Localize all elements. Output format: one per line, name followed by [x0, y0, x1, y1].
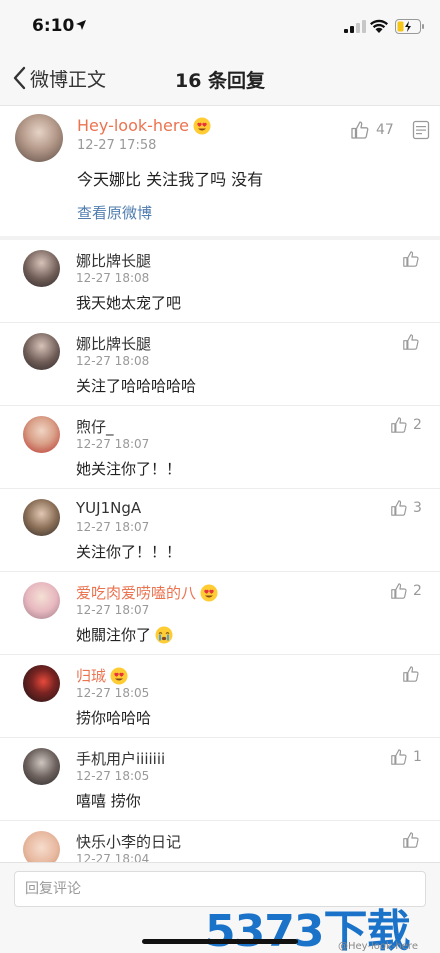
reply-item[interactable]: YUJ1NgA 12-27 18:07 关注你了！！！ 3 [0, 489, 440, 572]
reply-time: 12-27 18:08 [76, 271, 150, 285]
wifi-icon [370, 19, 388, 33]
heart-eyes-emoji-icon [200, 584, 218, 601]
avatar[interactable] [23, 748, 60, 785]
post-author[interactable]: Hey-look-here [77, 116, 211, 135]
reply-item[interactable]: 归珹 12-27 18:05 捞你哈哈哈 [0, 655, 440, 738]
reply-like-button[interactable] [402, 665, 420, 683]
reply-text: 她关注你了！！ [76, 460, 182, 478]
reply-like-button[interactable] [402, 250, 420, 268]
page-title: 16 条回复 [174, 70, 266, 92]
reply-author[interactable]: 娜比牌长腿 [76, 333, 151, 354]
reply-author[interactable]: 归珹 [76, 665, 128, 686]
more-icon[interactable] [412, 120, 430, 140]
reply-time: 12-27 18:05 [76, 686, 150, 700]
reply-item[interactable]: 娜比牌长腿 12-27 18:08 我天她太宠了吧 [0, 240, 440, 323]
avatar[interactable] [23, 665, 60, 702]
avatar[interactable] [23, 250, 60, 287]
thumbs-up-icon [391, 583, 407, 599]
thumbs-up-icon [403, 666, 419, 682]
reply-like-button[interactable]: 1 [390, 748, 422, 766]
view-original-link[interactable]: 查看原微博 [77, 202, 152, 223]
reply-item[interactable]: 煦仔_ 12-27 18:07 她关注你了！！ 2 [0, 406, 440, 489]
reply-text: 嘻嘻 捞你 [76, 792, 141, 810]
thumbs-up-icon [391, 500, 407, 516]
reply-time: 12-27 18:05 [76, 769, 150, 783]
reply-item[interactable]: 手机用户iiiiiii 12-27 18:05 嘻嘻 捞你 1 [0, 738, 440, 821]
reply-text: 她關注你了 [76, 626, 152, 644]
like-count: 47 [376, 122, 394, 138]
battery-icon [395, 19, 424, 34]
signal-icon [344, 20, 366, 33]
reply-like-button[interactable]: 2 [390, 416, 422, 434]
post-text: 今天娜比 关注我了吗 没有 [77, 170, 264, 189]
reply-time: 12-27 18:07 [76, 520, 150, 534]
heart-eyes-emoji-icon [193, 117, 211, 134]
avatar[interactable] [23, 582, 60, 619]
watermark-handle: @Hey-look-here [338, 941, 418, 952]
reply-time: 12-27 18:07 [76, 437, 150, 451]
thumbs-up-icon [391, 417, 407, 433]
thumbs-up-icon [403, 334, 419, 350]
reply-author[interactable]: 手机用户iiiiiii [76, 748, 165, 769]
status-time: 6:10 [32, 16, 75, 36]
location-arrow-icon [76, 20, 86, 30]
reply-text: 关注了哈哈哈哈哈 [76, 377, 197, 395]
thumbs-up-icon [403, 832, 419, 848]
reply-author[interactable]: 爱吃肉爱唠嗑的八 [76, 582, 218, 603]
status-bar: 6:10 [0, 0, 440, 50]
thumbs-up-icon [403, 251, 419, 267]
reply-like-button[interactable] [402, 831, 420, 849]
avatar[interactable] [23, 499, 60, 536]
reply-time: 12-27 18:07 [76, 603, 150, 617]
reply-text-row: 她關注你了 [76, 624, 173, 645]
avatar[interactable] [23, 416, 60, 453]
home-indicator[interactable] [142, 939, 298, 944]
thumbs-up-icon [351, 121, 369, 139]
like-count: 2 [413, 583, 422, 599]
avatar[interactable] [23, 333, 60, 370]
crying-emoji-icon [155, 626, 173, 643]
reply-text: 关注你了！！！ [76, 543, 182, 561]
main-post: Hey-look-here 12-27 17:58 47 今天娜比 关注我了吗 … [0, 106, 440, 236]
post-author-name: Hey-look-here [77, 116, 189, 135]
reply-author-name: 爱吃肉爱唠嗑的八 [76, 584, 197, 602]
reply-author[interactable]: 快乐小李的日记 [76, 831, 181, 852]
reply-author[interactable]: YUJ1NgA [76, 499, 141, 517]
reply-like-button[interactable] [402, 333, 420, 351]
reply-like-button[interactable]: 2 [390, 582, 422, 600]
reply-text: 捞你哈哈哈 [76, 709, 152, 727]
reply-time: 12-27 18:08 [76, 354, 150, 368]
like-button[interactable]: 47 [350, 120, 394, 140]
reply-text: 我天她太宠了吧 [76, 294, 182, 312]
post-time: 12-27 17:58 [77, 138, 157, 153]
reply-like-button[interactable]: 3 [390, 499, 422, 517]
like-count: 2 [413, 417, 422, 433]
reply-author[interactable]: 娜比牌长腿 [76, 250, 151, 271]
reply-author-name: 归珹 [76, 667, 107, 685]
reply-item[interactable]: 娜比牌长腿 12-27 18:08 关注了哈哈哈哈哈 [0, 323, 440, 406]
nav-bar: 微博正文 16 条回复 [0, 50, 440, 106]
heart-eyes-emoji-icon [110, 667, 128, 684]
thumbs-up-icon [391, 749, 407, 765]
reply-item[interactable]: 爱吃肉爱唠嗑的八 12-27 18:07 她關注你了 2 [0, 572, 440, 655]
bottom-bar: 5373下载 @Hey-look-here [0, 862, 440, 953]
like-count: 1 [413, 749, 422, 765]
avatar[interactable] [15, 114, 63, 162]
like-count: 3 [413, 500, 422, 516]
reply-author[interactable]: 煦仔_ [76, 416, 114, 437]
